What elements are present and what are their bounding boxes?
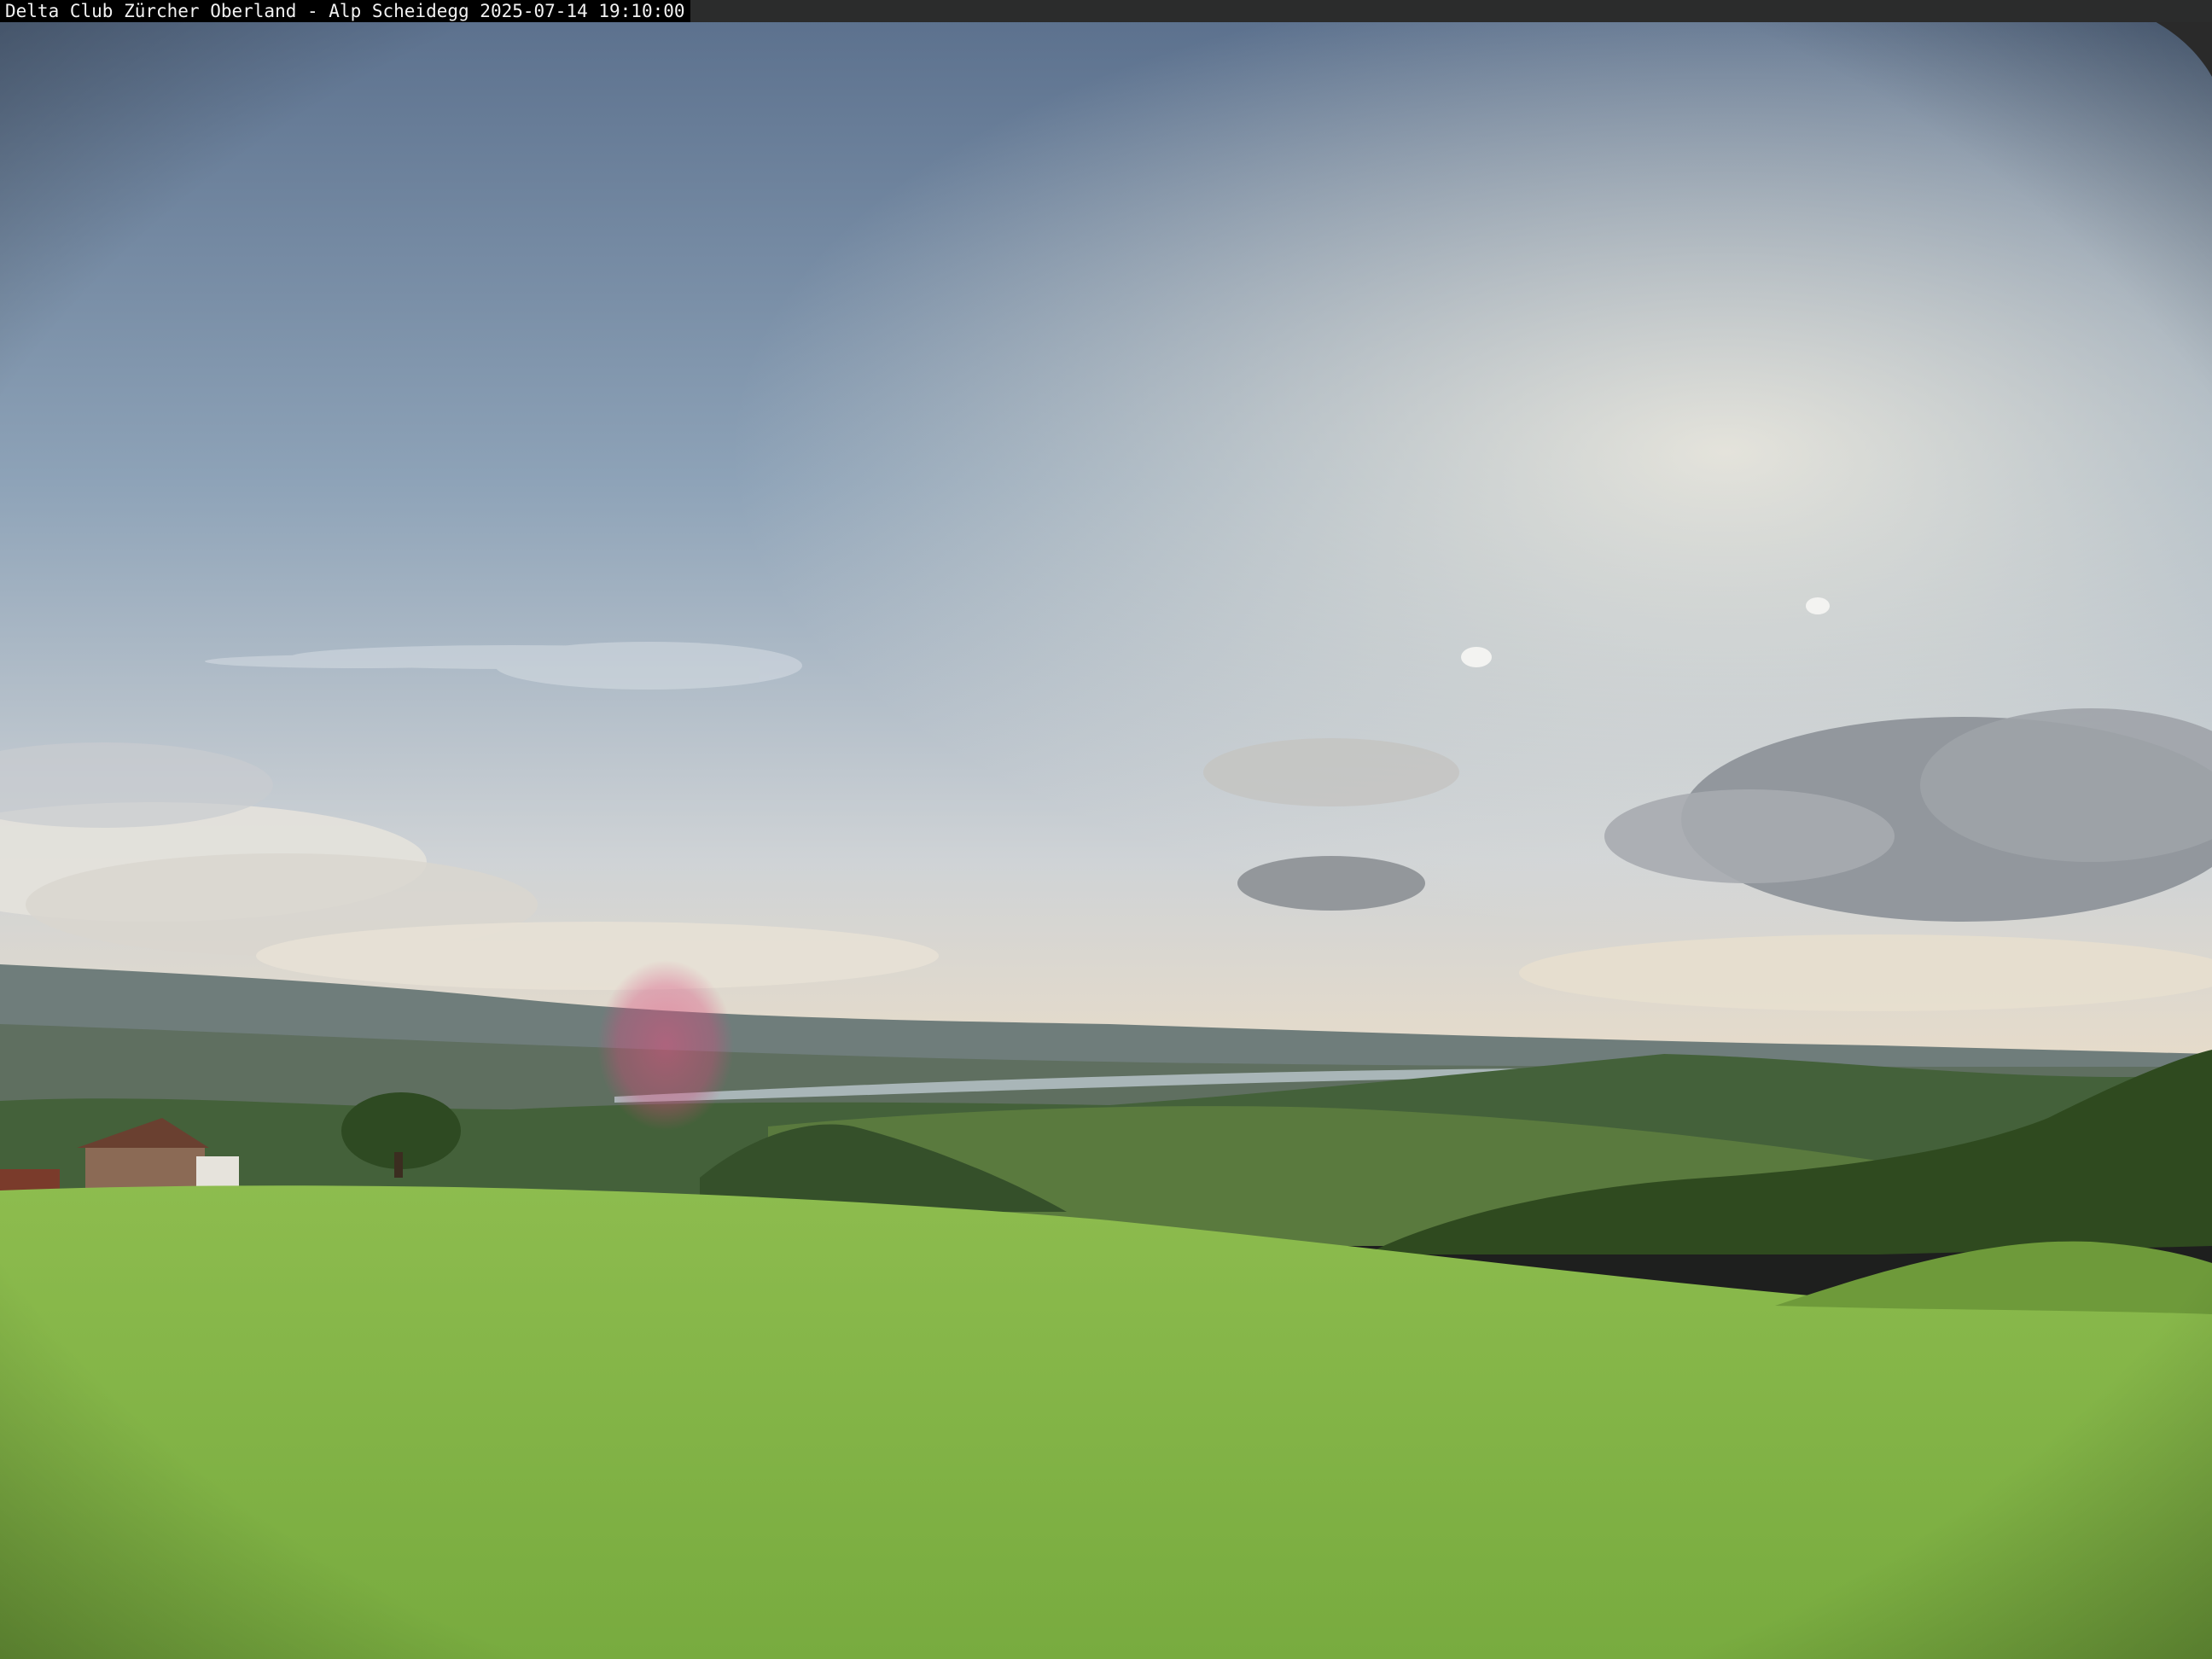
webcam-landscape-photo: [0, 0, 2212, 1659]
timestamp-caption: Delta Club Zürcher Oberland - Alp Scheid…: [0, 0, 690, 22]
vignette: [0, 0, 2212, 1659]
